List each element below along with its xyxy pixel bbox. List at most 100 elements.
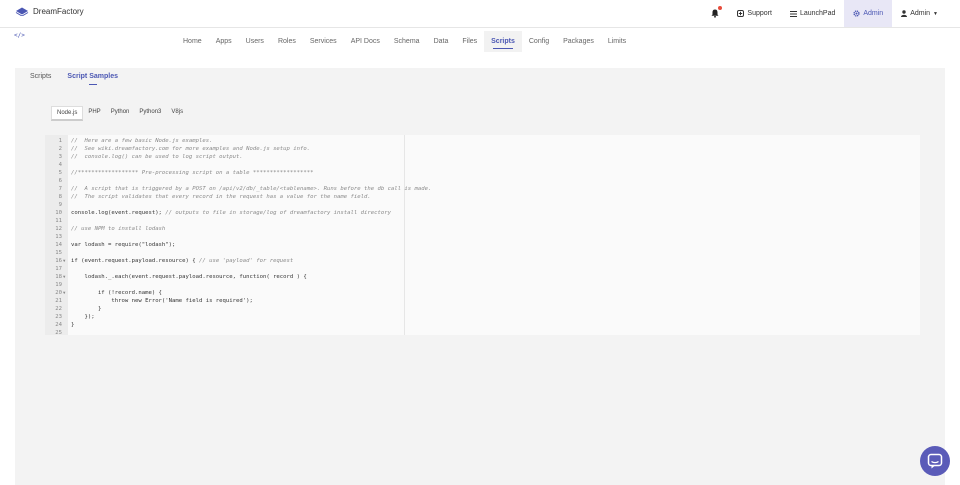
code-line: 4 xyxy=(45,161,905,169)
nav-data[interactable]: Data xyxy=(427,31,456,52)
code-text: // use NPM to install lodash xyxy=(71,226,166,232)
main-nav: Home Apps Users Roles Services API Docs … xyxy=(176,31,633,52)
nav-home[interactable]: Home xyxy=(176,31,209,52)
launchpad-label: LaunchPad xyxy=(799,10,836,17)
code-line: 23 }); xyxy=(45,313,905,321)
nav-apps[interactable]: Apps xyxy=(209,31,239,52)
fold-arrow-icon[interactable]: ▼ xyxy=(63,257,65,265)
nav-schema[interactable]: Schema xyxy=(387,31,427,52)
code-line: 24} xyxy=(45,321,905,329)
code-line: 10 console.log(event.request); // outputs… xyxy=(45,209,905,217)
brand-logo[interactable]: DreamFactory xyxy=(15,7,84,16)
admin-tab[interactable]: Admin xyxy=(844,0,893,27)
line-number: 2 xyxy=(58,146,62,152)
code-text: // The script validates that every recor… xyxy=(71,194,371,200)
line-number: 13 xyxy=(55,234,62,240)
user-menu-label: Admin xyxy=(910,10,931,17)
line-number: 16 xyxy=(55,258,62,264)
code-text: lodash._.each(event.request.payload.reso… xyxy=(71,274,307,280)
line-number: 5 xyxy=(58,170,62,176)
code-line: 14 var lodash = require("lodash"); xyxy=(45,241,905,249)
code-text: // Here are a few basic Node.js examples… xyxy=(71,138,213,144)
dreamfactory-logo-icon xyxy=(15,7,29,16)
tab-python3[interactable]: Python3 xyxy=(134,106,166,120)
code-line: 20 ▼ if (!record.name) { xyxy=(45,289,905,297)
code-text: // See wiki.dreamfactory.com for more ex… xyxy=(71,146,311,152)
nav-users[interactable]: Users xyxy=(239,31,271,52)
top-nav: Support LaunchPad Admin Admin ▼ xyxy=(702,0,960,27)
nav-services[interactable]: Services xyxy=(303,31,344,52)
line-number: 9 xyxy=(58,202,62,208)
line-number: 15 xyxy=(55,250,62,256)
gear-icon xyxy=(853,10,860,17)
line-number: 10 xyxy=(55,210,62,216)
code-line: 7 // A script that is triggered by a POST… xyxy=(45,185,905,193)
notification-dot xyxy=(718,6,723,10)
code-text: if (!record.name) { xyxy=(71,290,162,296)
code-text: //****************** Pre-processing scri… xyxy=(71,170,314,176)
chevron-down-icon: ▼ xyxy=(933,10,938,17)
nav-files[interactable]: Files xyxy=(455,31,484,52)
code-text: throw new Error('Name field is required'… xyxy=(71,298,253,304)
chat-button[interactable] xyxy=(920,446,950,476)
code-line: 25 xyxy=(45,329,905,337)
support-button[interactable]: Support xyxy=(728,0,781,27)
line-number: 8 xyxy=(58,194,62,200)
fold-arrow-icon[interactable]: ▼ xyxy=(63,273,65,281)
code-line: 22 } xyxy=(45,305,905,313)
code-text: // A script that is triggered by a POST … xyxy=(71,186,432,192)
top-bar: DreamFactory Support LaunchPad Admin Adm… xyxy=(0,0,960,28)
line-number: 6 xyxy=(58,178,62,184)
nav-roles[interactable]: Roles xyxy=(271,31,303,52)
line-number: 7 xyxy=(58,186,62,192)
line-number: 23 xyxy=(55,314,62,320)
chat-bubble-icon xyxy=(927,453,943,469)
line-number: 1 xyxy=(58,138,62,144)
user-menu[interactable]: Admin ▼ xyxy=(892,0,960,27)
fold-arrow-icon[interactable]: ▼ xyxy=(63,289,65,297)
tab-scripts[interactable]: Scripts xyxy=(30,73,51,86)
code-line: 18 ▼ lodash._.each(event.request.payload.… xyxy=(45,273,905,281)
support-label: Support xyxy=(747,10,772,17)
tab-v8js[interactable]: V8js xyxy=(166,106,188,120)
line-number: 14 xyxy=(55,242,62,248)
code-text: // console.log() can be used to log scri… xyxy=(71,154,243,160)
nav-limits[interactable]: Limits xyxy=(601,31,633,52)
nav-api-docs[interactable]: API Docs xyxy=(344,31,387,52)
code-line: 17 xyxy=(45,265,905,273)
code-line: 19 xyxy=(45,281,905,289)
tab-script-samples[interactable]: Script Samples xyxy=(67,73,118,86)
code-text: var lodash = require("lodash"); xyxy=(71,242,176,248)
nav-packages[interactable]: Packages xyxy=(556,31,601,52)
line-number: 25 xyxy=(55,330,62,336)
line-number: 17 xyxy=(55,266,62,272)
user-icon xyxy=(901,10,908,17)
list-icon xyxy=(789,10,797,17)
line-number: 19 xyxy=(55,282,62,288)
tab-php[interactable]: PHP xyxy=(83,106,105,120)
code-line: 5 //****************** Pre-processing scr… xyxy=(45,169,905,177)
code-line: 11 xyxy=(45,217,905,225)
code-line: 16 ▼ if (event.request.payload.resource) {… xyxy=(45,257,905,265)
code-text: console.log(event.request); // outputs t… xyxy=(71,210,391,216)
line-number: 11 xyxy=(55,218,62,224)
code-line: 6 xyxy=(45,177,905,185)
line-number: 24 xyxy=(55,322,62,328)
tab-python[interactable]: Python xyxy=(106,106,135,120)
sub-tabs: Scripts Script Samples xyxy=(30,73,118,86)
code-line: 21 throw new Error('Name field is requir… xyxy=(45,297,905,305)
code-editor[interactable]: 1 // Here are a few basic Node.js example… xyxy=(45,135,920,337)
line-number: 18 xyxy=(55,274,62,280)
code-line: 13 xyxy=(45,233,905,241)
line-number: 22 xyxy=(55,306,62,312)
line-number: 21 xyxy=(55,298,62,304)
code-text: } xyxy=(71,306,102,312)
nav-scripts[interactable]: Scripts xyxy=(484,31,522,52)
line-number: 3 xyxy=(58,154,62,160)
code-line: 1 // Here are a few basic Node.js example… xyxy=(45,137,905,145)
notifications-button[interactable] xyxy=(702,0,728,27)
tab-nodejs[interactable]: Node.js xyxy=(51,106,84,120)
nav-config[interactable]: Config xyxy=(522,31,556,52)
launchpad-button[interactable]: LaunchPad xyxy=(781,0,844,27)
code-line: 8 // The script validates that every reco… xyxy=(45,193,905,201)
